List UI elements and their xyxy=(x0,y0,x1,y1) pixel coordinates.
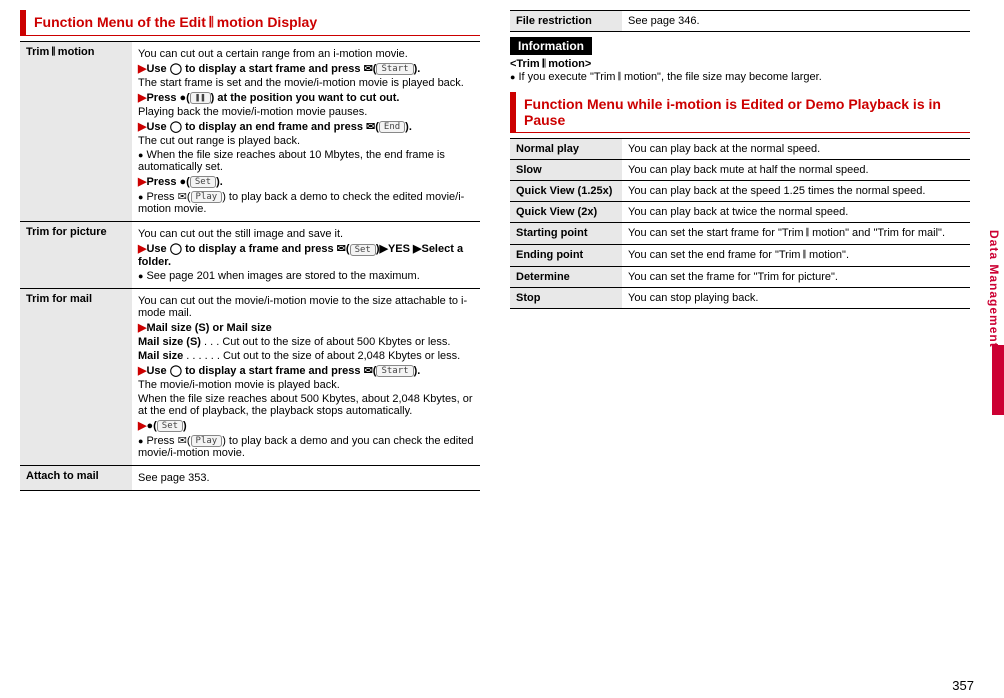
step-line: ▶Use ◯ to display a start frame and pres… xyxy=(138,62,474,75)
def-line: Mail size (S) . . . Cut out to the size … xyxy=(138,336,474,348)
row-label: Quick View (1.25x) xyxy=(510,181,622,202)
information-body: <Trim 𝄃 motion> If you execute "Trim 𝄃 m… xyxy=(510,58,970,84)
row-label: Stop xyxy=(510,288,622,309)
table-row: Attach to mail See page 353. xyxy=(20,465,480,490)
left-column: Function Menu of the Edit 𝄃 motion Displ… xyxy=(20,10,480,491)
step-line: ▶Press ●(❚❚) at the position you want to… xyxy=(138,91,474,104)
def-line: Mail size . . . . . . Cut out to the siz… xyxy=(138,350,474,362)
section-header-right: Function Menu while i-motion is Edited o… xyxy=(510,92,970,133)
row-label: Starting point xyxy=(510,223,622,245)
text-line: You can cut out the still image and save… xyxy=(138,228,474,240)
table-row: Ending pointYou can set the end frame fo… xyxy=(510,245,970,267)
step-line: ▶Press ●(Set). xyxy=(138,175,474,188)
keycap-icon: End xyxy=(379,121,405,133)
info-text: If you execute "Trim 𝄃 motion", the file… xyxy=(510,71,822,83)
table-row: Starting pointYou can set the start fram… xyxy=(510,223,970,245)
side-tab-bar xyxy=(992,345,1004,415)
section-header-left: Function Menu of the Edit 𝄃 motion Displ… xyxy=(20,10,480,36)
step-line: ▶Mail size (S) or Mail size xyxy=(138,321,474,334)
step-line: ▶Use ◯ to display a start frame and pres… xyxy=(138,364,474,377)
keycap-icon: Set xyxy=(190,176,216,188)
keycap-icon: Start xyxy=(376,63,413,75)
left-table: Trim 𝄃 motion You can cut out a certain r… xyxy=(20,41,480,491)
side-tab-label: Data Management xyxy=(987,230,1001,348)
row-desc: You can set the start frame for "Trim 𝄃 … xyxy=(622,223,970,245)
row-desc: You can cut out the movie/i-motion movie… xyxy=(132,288,480,465)
table-row: DetermineYou can set the frame for "Trim… xyxy=(510,267,970,288)
table-row: Trim 𝄃 motion You can cut out a certain r… xyxy=(20,42,480,222)
row-desc: You can play back at twice the normal sp… xyxy=(622,202,970,223)
row-desc: You can cut out a certain range from an … xyxy=(132,42,480,222)
text-line: You can cut out the movie/i-motion movie… xyxy=(138,295,474,319)
text-line: When the file size reaches about 500 Kby… xyxy=(138,393,474,417)
bullet-line: Press ✉(Play) to play back a demo and yo… xyxy=(138,434,474,459)
row-desc: You can play back mute at half the norma… xyxy=(622,160,970,181)
table-row: Normal playYou can play back at the norm… xyxy=(510,139,970,160)
keycap-icon: Play xyxy=(191,435,223,447)
row-desc: See page 353. xyxy=(132,465,480,490)
information-header: Information xyxy=(510,37,592,55)
text-line: The cut out range is played back. xyxy=(138,135,474,147)
step-line: ▶Use ◯ to display a frame and press ✉(Se… xyxy=(138,242,474,267)
right-top-table: File restrictionSee page 346. xyxy=(510,10,970,32)
table-row: SlowYou can play back mute at half the n… xyxy=(510,160,970,181)
step-line: ▶Use ◯ to display an end frame and press… xyxy=(138,120,474,133)
step-line: ▶●(Set) xyxy=(138,419,474,432)
row-label: Determine xyxy=(510,267,622,288)
row-label: Slow xyxy=(510,160,622,181)
table-row: Trim for mailYou can cut out the movie/i… xyxy=(20,288,480,465)
row-desc: You can set the frame for "Trim for pict… xyxy=(622,267,970,288)
text-line: The movie/i-motion movie is played back. xyxy=(138,379,474,391)
keycap-icon: Set xyxy=(350,244,376,256)
row-label: Trim 𝄃 motion xyxy=(20,42,132,222)
keycap-icon: Play xyxy=(191,191,223,203)
keycap-icon: ❚❚ xyxy=(190,92,211,104)
bullet-line: Press ✉(Play) to play back a demo to che… xyxy=(138,190,474,215)
right-column: File restrictionSee page 346. Informatio… xyxy=(510,10,970,491)
table-row: Quick View (1.25x)You can play back at t… xyxy=(510,181,970,202)
keycap-icon: Set xyxy=(157,420,183,432)
row-desc: You can stop playing back. xyxy=(622,288,970,309)
row-desc: You can set the end frame for "Trim 𝄃 mo… xyxy=(622,245,970,267)
row-desc: You can play back at the normal speed. xyxy=(622,139,970,160)
row-label: Attach to mail xyxy=(20,465,132,490)
keycap-icon: Start xyxy=(376,365,413,377)
bullet-line: When the file size reaches about 10 Mbyt… xyxy=(138,149,474,173)
row-desc: See page 346. xyxy=(622,11,970,32)
table-row: Trim for picture You can cut out the stil… xyxy=(20,222,480,288)
table-row: File restrictionSee page 346. xyxy=(510,11,970,32)
page-number: 357 xyxy=(952,678,974,693)
row-label: Trim for picture xyxy=(20,222,132,288)
row-label: Ending point xyxy=(510,245,622,267)
row-desc: You can play back at the speed 1.25 time… xyxy=(622,181,970,202)
text-line: You can cut out a certain range from an … xyxy=(138,48,474,60)
row-desc: You can cut out the still image and save… xyxy=(132,222,480,288)
table-row: StopYou can stop playing back. xyxy=(510,288,970,309)
row-label: Quick View (2x) xyxy=(510,202,622,223)
right-table: Normal playYou can play back at the norm… xyxy=(510,138,970,309)
text-line: Playing back the movie/i-motion movie pa… xyxy=(138,106,474,118)
row-label: Trim for mail xyxy=(20,288,132,465)
row-label: Normal play xyxy=(510,139,622,160)
bullet-line: See page 201 when images are stored to t… xyxy=(138,270,474,282)
row-label: File restriction xyxy=(510,11,622,32)
info-subtitle: <Trim 𝄃 motion> xyxy=(510,58,591,70)
text-line: The start frame is set and the movie/i-m… xyxy=(138,77,474,89)
table-row: Quick View (2x)You can play back at twic… xyxy=(510,202,970,223)
text-line: See page 353. xyxy=(138,472,474,484)
